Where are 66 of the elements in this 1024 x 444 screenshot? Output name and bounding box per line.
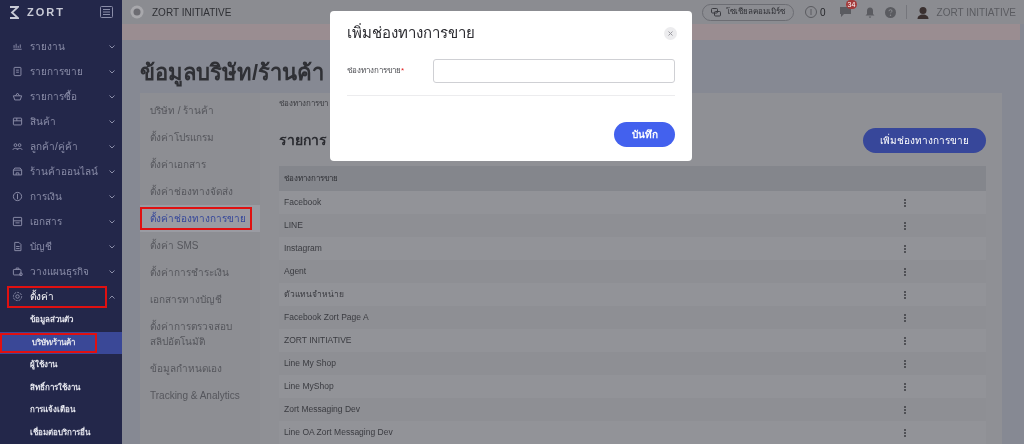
sidebar-item[interactable]: ร้านค้าออนไลน์: [7, 160, 107, 183]
logo-icon: [9, 5, 19, 19]
table-cell: LINE: [284, 219, 303, 232]
table-cell: Zort Messaging Dev: [284, 403, 361, 416]
sidebar-item[interactable]: วางแผนธุรกิจ: [7, 260, 107, 283]
table-cell: Facebook Zort Page A: [284, 311, 369, 324]
table-cell: Instagram: [284, 242, 322, 255]
logo-text: ZORT: [27, 4, 65, 20]
coin-icon: [12, 191, 23, 202]
chat-icon: [711, 7, 721, 17]
column-header: ช่องทางการขาย: [284, 172, 338, 185]
sidebar-item[interactable]: สินค้า: [7, 110, 107, 133]
store-icon: [12, 166, 23, 177]
submenu-item[interactable]: เชื่อมต่อบริการอื่น: [0, 422, 97, 443]
sidebar-item[interactable]: ลูกค้า/คู่ค้า: [7, 135, 107, 158]
page-title: ข้อมูลบริษัท/ร้านค้า: [140, 59, 325, 89]
credit-count: 0: [820, 5, 826, 20]
settings-menu-item[interactable]: เอกสารทางบัญชี: [140, 288, 252, 311]
breadcrumb: ช่องทางการขา: [279, 98, 328, 110]
file-icon: [12, 241, 23, 252]
document-icon: [12, 216, 23, 227]
table-cell: Line MyShop: [284, 380, 334, 393]
table-cell: Facebook: [284, 196, 322, 209]
sidebar-item[interactable]: บัญชี: [7, 235, 107, 258]
sidebar-item[interactable]: เอกสาร: [7, 210, 107, 233]
clipboard-icon: [12, 66, 23, 77]
table-cell: Agent: [284, 265, 307, 278]
channel-input-field[interactable]: [433, 59, 675, 83]
box-icon: [12, 116, 23, 127]
submenu-item[interactable]: ผู้ใช้งาน: [0, 355, 97, 376]
menu-icon[interactable]: [100, 6, 113, 18]
message-icon[interactable]: [839, 7, 851, 17]
avatar-icon: [130, 5, 144, 19]
submenu-item[interactable]: การแจ้งเตือน: [0, 400, 97, 421]
settings-menu-item[interactable]: ตั้งค่าเอกสาร: [140, 153, 252, 176]
settings-menu-item[interactable]: ตั้งค่าช่องทางจัดส่ง: [140, 180, 252, 203]
table-cell: ตัวแทนจำหน่าย: [284, 288, 344, 301]
close-icon[interactable]: [664, 26, 677, 40]
save-button[interactable]: บันทึก: [614, 122, 675, 147]
coin-icon: [805, 6, 817, 18]
settings-menu-item[interactable]: ตั้งค่าการตรวจสอบสลิปอัตโนมัติ: [140, 315, 252, 353]
add-channel-button[interactable]: เพิ่มช่องทางการขาย: [863, 128, 986, 153]
basket-icon: [12, 91, 23, 102]
sidebar-item[interactable]: การเงิน: [7, 185, 107, 208]
people-icon: [12, 141, 23, 152]
avatar-icon[interactable]: [916, 5, 929, 19]
table-cell: Line OA Zort Messaging Dev: [284, 426, 393, 439]
sidebar-item[interactable]: ตั้งค่า: [7, 285, 107, 308]
briefcase-icon: [12, 266, 23, 277]
list-title: รายการ: [279, 131, 327, 150]
submenu-item[interactable]: สิทธิ์การใช้งาน: [0, 377, 97, 398]
modal-title: เพิ่มช่องทางการขาย: [347, 22, 475, 43]
sidebar-item[interactable]: รายการซื้อ: [7, 85, 107, 108]
table-cell: ZORT INITIATIVE: [284, 334, 352, 347]
submenu-item[interactable]: บริษัท/ร้านค้า: [0, 332, 97, 353]
table-cell: Line My Shop: [284, 357, 336, 370]
bell-icon[interactable]: [864, 6, 875, 18]
field-label: ช่องทางการขาย: [347, 65, 401, 77]
chart-icon: [12, 41, 23, 52]
sidebar-item[interactable]: รายการขาย: [7, 60, 107, 83]
submenu-item[interactable]: ข้อมูลส่วนตัว: [0, 310, 97, 331]
required-mark: *: [401, 65, 405, 77]
company-name: ZORT INITIATIVE: [152, 5, 232, 20]
help-icon[interactable]: [884, 6, 896, 18]
sidebar-item[interactable]: รายงาน: [7, 35, 107, 58]
settings-menu-item[interactable]: ตั้งค่าช่องทางการขาย: [140, 207, 252, 230]
